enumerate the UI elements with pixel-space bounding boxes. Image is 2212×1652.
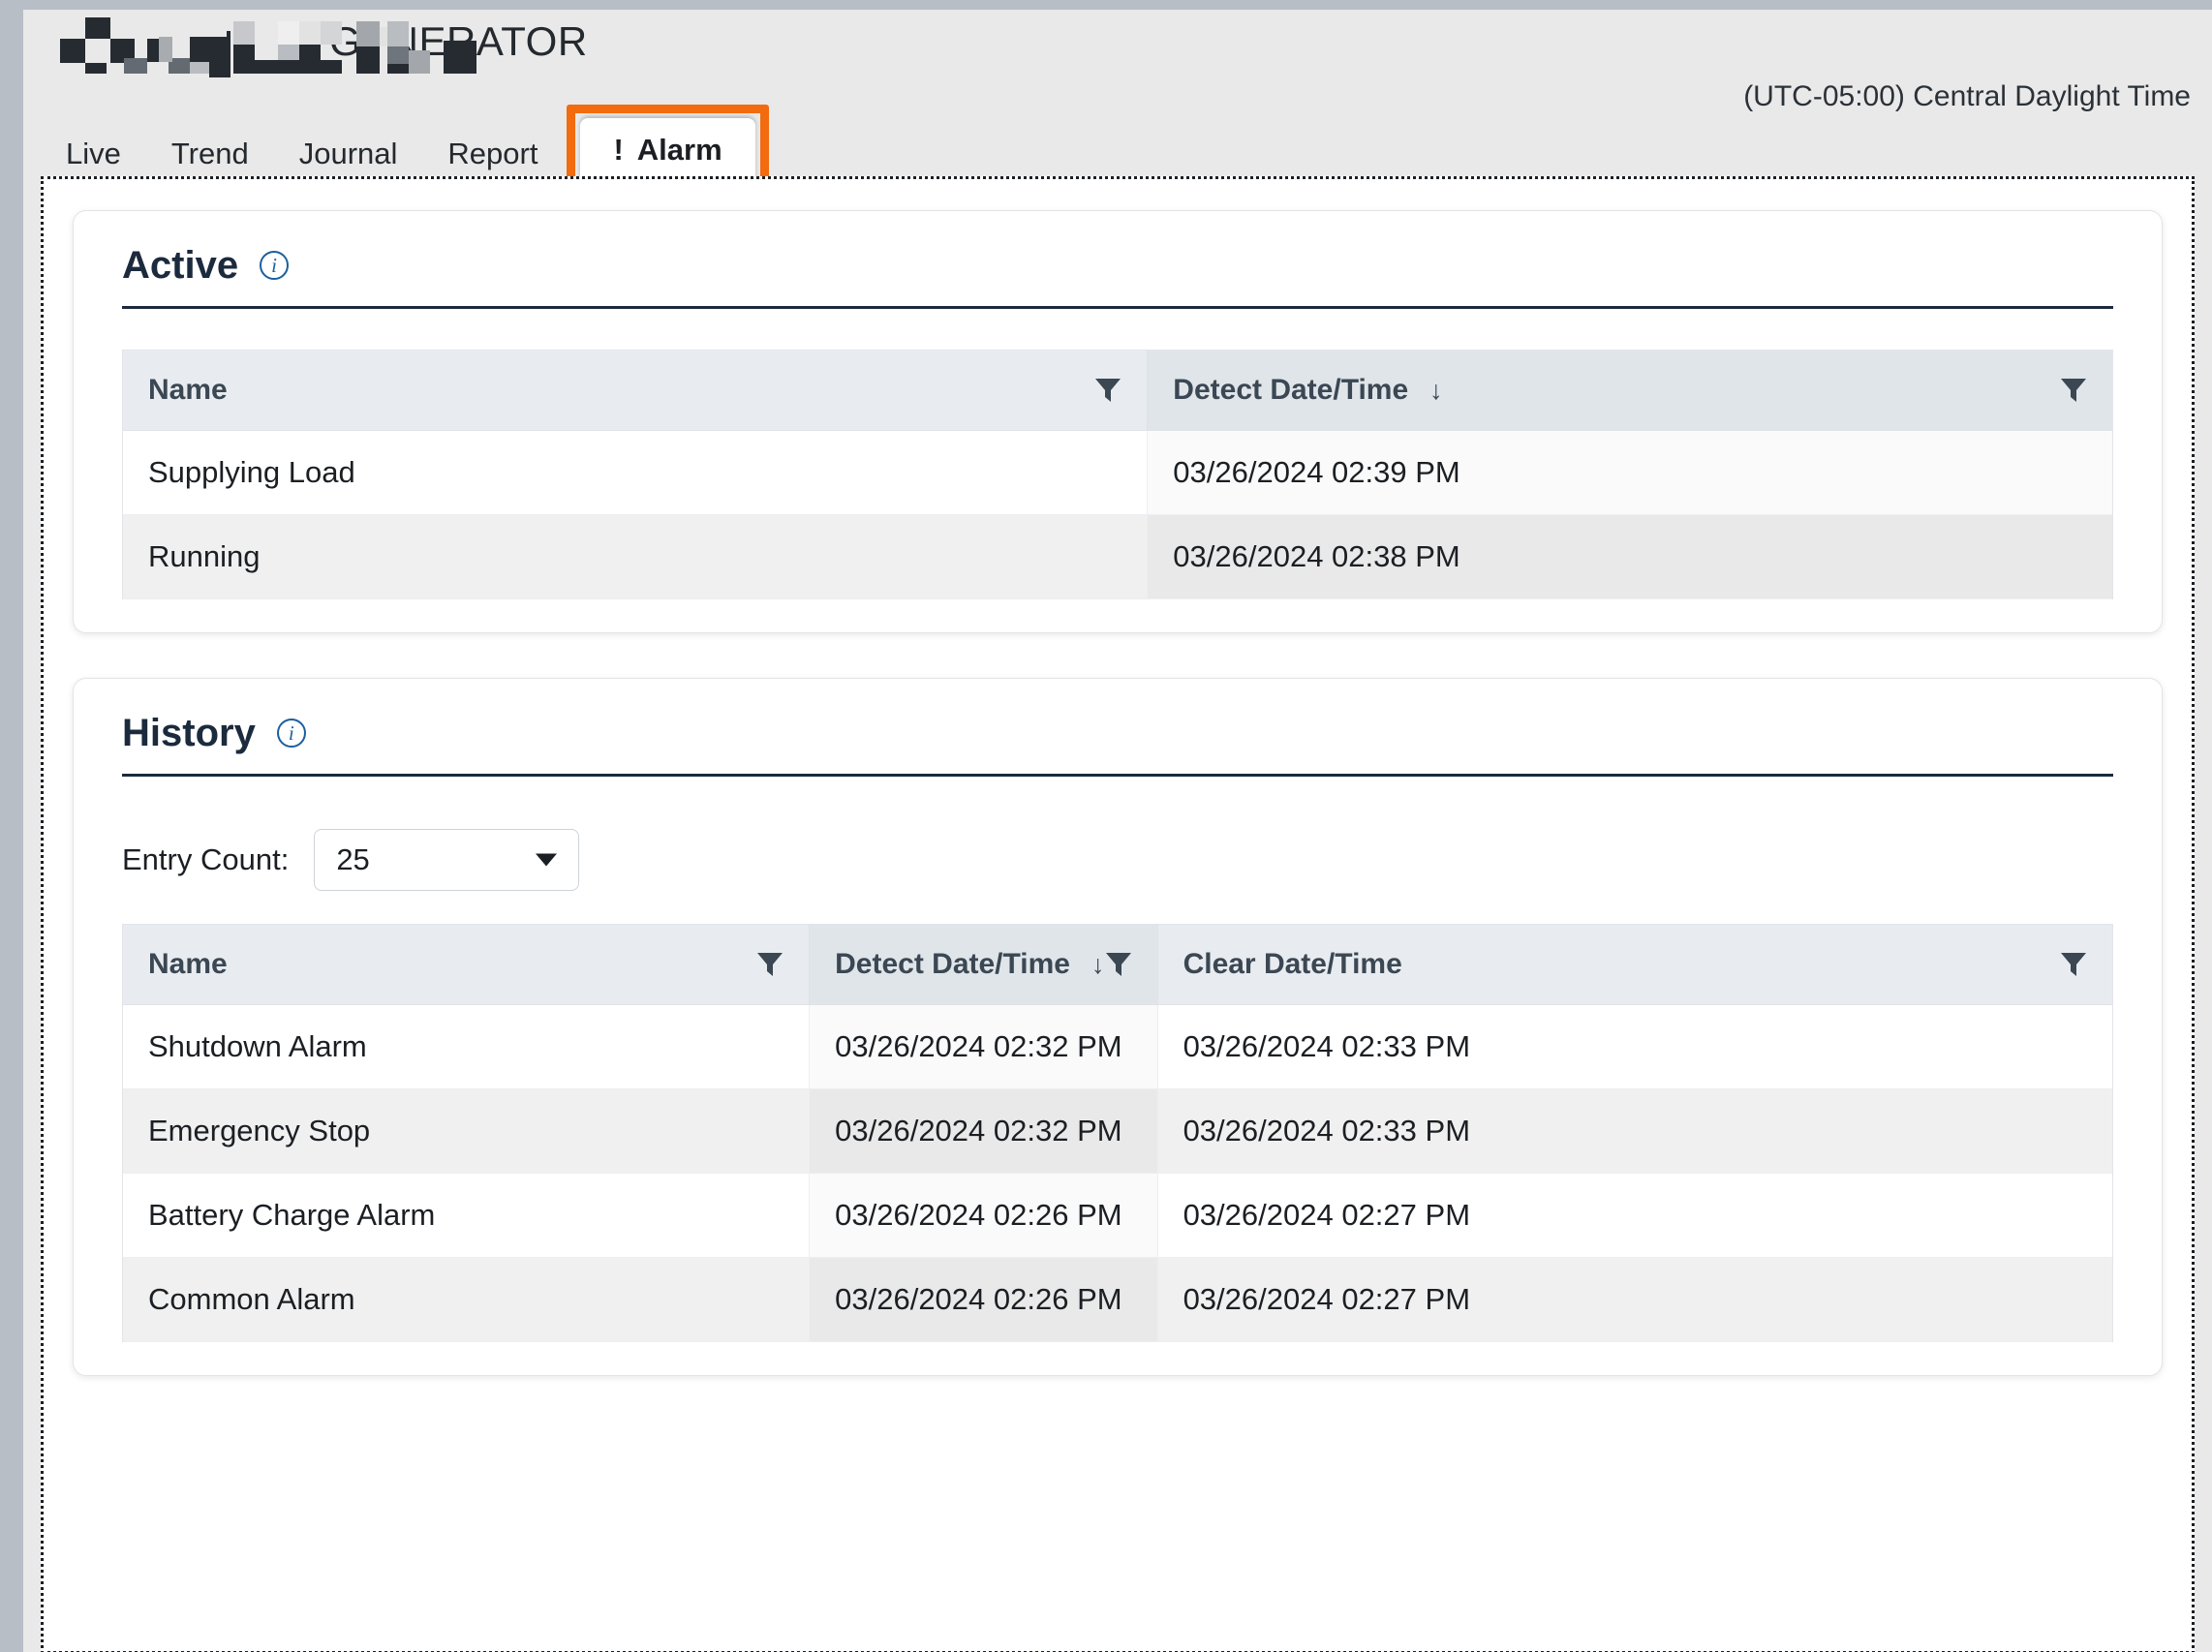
cell-name: Shutdown Alarm [123,1005,810,1089]
cell-name: Supplying Load [123,431,1148,515]
cell-detect-datetime: 03/26/2024 02:26 PM [810,1258,1157,1342]
active-table-wrapper: Name Detect Date/Time ↓ [122,350,2113,599]
table-row[interactable]: Running 03/26/2024 02:38 PM [123,515,2112,599]
column-header-name[interactable]: Name [123,351,1148,431]
table-row[interactable]: Emergency Stop 03/26/2024 02:32 PM 03/26… [123,1089,2112,1174]
table-row[interactable]: Supplying Load 03/26/2024 02:39 PM [123,431,2112,515]
cell-clear-datetime: 03/26/2024 02:27 PM [1157,1174,2112,1258]
active-table-body: Supplying Load 03/26/2024 02:39 PM Runni… [123,431,2112,599]
column-header-detect-datetime[interactable]: Detect Date/Time ↓ [810,925,1157,1005]
cell-clear-datetime: 03/26/2024 02:33 PM [1157,1005,2112,1089]
column-label: Name [148,374,228,407]
cell-detect-datetime: 03/26/2024 02:32 PM [810,1089,1157,1174]
info-circle-icon[interactable]: i [260,251,289,280]
history-table-wrapper: Name Detect Date/Time ↓ [122,924,2113,1342]
table-header-row: Name Detect Date/Time ↓ [123,925,2112,1005]
tab-alarm-label: Alarm [637,133,722,167]
app-header: GENERATOR [23,10,2212,74]
entry-count-select[interactable]: 25 [314,829,579,891]
table-row[interactable]: Common Alarm 03/26/2024 02:26 PM 03/26/2… [123,1258,2112,1342]
filter-funnel-icon[interactable] [2060,952,2087,977]
filter-funnel-icon[interactable] [1105,952,1132,977]
redacted-logo-icon [46,17,308,66]
active-card-header: Active i [103,238,2133,306]
filter-funnel-icon[interactable] [1094,378,1121,403]
cell-clear-datetime: 03/26/2024 02:33 PM [1157,1089,2112,1174]
active-section-title: Active [122,246,238,285]
info-circle-icon[interactable]: i [277,719,306,748]
cell-name: Running [123,515,1148,599]
table-row[interactable]: Shutdown Alarm 03/26/2024 02:32 PM 03/26… [123,1005,2112,1089]
history-alarms-table: Name Detect Date/Time ↓ [123,925,2112,1342]
application-window: GENERATOR (UTC-05:00) Central Daylight T… [23,10,2212,1652]
sort-descending-icon: ↓ [1091,952,1105,978]
sort-descending-icon: ↓ [1429,378,1443,404]
column-header-detect-datetime[interactable]: Detect Date/Time ↓ [1148,351,2112,431]
timezone-label: (UTC-05:00) Central Daylight Time [1743,80,2191,113]
cell-clear-datetime: 03/26/2024 02:27 PM [1157,1258,2112,1342]
filter-funnel-icon[interactable] [756,952,783,977]
alarm-bang-icon: ! [613,133,623,167]
column-label: Detect Date/Time [835,948,1070,981]
table-header-row: Name Detect Date/Time ↓ [123,351,2112,431]
history-title-divider [122,774,2113,777]
entry-count-row: Entry Count: 25 [122,829,2133,891]
column-header-clear-datetime[interactable]: Clear Date/Time [1157,925,2112,1005]
cell-detect-datetime: 03/26/2024 02:26 PM [810,1174,1157,1258]
entry-count-value: 25 [336,842,369,877]
timezone-row: (UTC-05:00) Central Daylight Time [23,74,2212,120]
table-row[interactable]: Battery Charge Alarm 03/26/2024 02:26 PM… [123,1174,2112,1258]
column-label: Clear Date/Time [1183,948,1402,981]
cell-detect-datetime: 03/26/2024 02:39 PM [1148,431,2112,515]
history-section-title: History [122,714,256,752]
history-table-body: Shutdown Alarm 03/26/2024 02:32 PM 03/26… [123,1005,2112,1342]
column-label: Detect Date/Time [1173,374,1408,407]
cell-name: Emergency Stop [123,1089,810,1174]
cell-name: Battery Charge Alarm [123,1174,810,1258]
cell-name: Common Alarm [123,1258,810,1342]
column-header-name[interactable]: Name [123,925,810,1005]
column-label: Name [148,948,228,981]
active-alarms-table: Name Detect Date/Time ↓ [123,351,2112,599]
alarm-tab-panel: Active i Name [41,176,2195,1652]
entry-count-label: Entry Count: [122,842,289,877]
active-title-divider [122,306,2113,309]
cell-detect-datetime: 03/26/2024 02:38 PM [1148,515,2112,599]
history-card-header: History i [103,706,2133,774]
cell-detect-datetime: 03/26/2024 02:32 PM [810,1005,1157,1089]
history-alarms-card: History i Entry Count: 25 [73,678,2163,1376]
active-alarms-card: Active i Name [73,210,2163,633]
chevron-down-icon [536,854,557,867]
filter-funnel-icon[interactable] [2060,378,2087,403]
